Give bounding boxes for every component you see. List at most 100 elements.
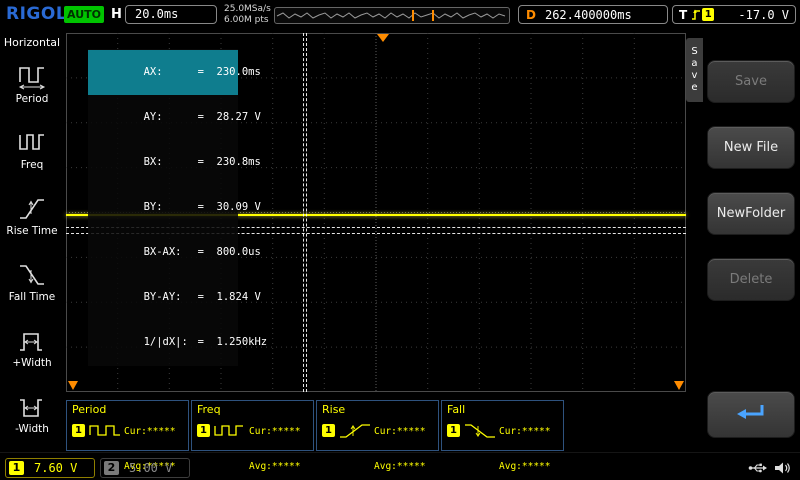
cursor-value: = 230.0ms bbox=[198, 66, 261, 78]
trigger-slope-icon bbox=[691, 8, 701, 21]
sample-rate-value: 25.0MSa/s bbox=[224, 4, 271, 15]
rise-edge-icon bbox=[339, 422, 371, 444]
cursor-name: BY-AY: bbox=[144, 290, 198, 305]
sidebar-horizontal-menu: Horizontal Period Freq bbox=[0, 30, 64, 480]
channel-badge: 1 bbox=[447, 424, 460, 437]
freq-icon bbox=[17, 128, 47, 158]
stat-cur: Cur:***** bbox=[499, 426, 550, 438]
sidebar-item-label: +Width bbox=[0, 357, 64, 369]
memory-waveform-preview[interactable] bbox=[274, 7, 510, 24]
period-icon bbox=[17, 62, 47, 92]
channel-2-badge: 2 bbox=[104, 461, 119, 475]
sidebar-item-rise-time[interactable]: Rise Time bbox=[0, 194, 64, 256]
sidebar-item-label: Rise Time bbox=[0, 225, 64, 237]
sidebar-item-period[interactable]: Period bbox=[0, 62, 64, 124]
measurement-box-fall: Fall 1 Cur:***** Avg:***** Max:***** Min… bbox=[441, 400, 564, 451]
cursor-value: = 1.824 V bbox=[198, 291, 261, 303]
offscreen-marker-left bbox=[68, 381, 78, 390]
delete-button[interactable]: Delete bbox=[707, 258, 795, 301]
trigger-readout-box: T 1 -17.0 V bbox=[672, 5, 796, 24]
new-file-button[interactable]: New File bbox=[707, 126, 795, 169]
measurement-bar: Period 1 Cur:***** Avg:***** Max:***** M… bbox=[66, 400, 686, 452]
sidebar-item-label: -Width bbox=[0, 423, 64, 435]
memory-depth-value: 6.00M pts bbox=[224, 15, 271, 26]
speaker-icon bbox=[774, 460, 792, 479]
channel-1-badge: 1 bbox=[9, 461, 24, 475]
timebase-readout: 20.0ms bbox=[125, 5, 217, 24]
measurement-box-freq: Freq 1 Cur:***** Avg:***** Max:***** Min… bbox=[191, 400, 314, 451]
measurement-box-rise: Rise 1 Cur:***** Avg:***** Max:***** Min… bbox=[316, 400, 439, 451]
cursor-ax-line[interactable] bbox=[303, 33, 304, 392]
minus-width-icon bbox=[17, 392, 47, 422]
measurement-name: Period bbox=[72, 403, 106, 416]
channel-2-status[interactable]: 2 5.00 V bbox=[100, 458, 190, 478]
stat-cur: Cur:***** bbox=[249, 426, 300, 438]
status-bar: 1 7.60 V 2 5.00 V bbox=[0, 452, 800, 480]
delay-label: D bbox=[526, 8, 536, 22]
channel-badge: 1 bbox=[72, 424, 85, 437]
preview-waveform-icon bbox=[275, 8, 507, 23]
cursor-row-bx: BX:= 230.8ms bbox=[88, 140, 238, 185]
usb-icon bbox=[748, 460, 768, 479]
measurement-name: Freq bbox=[197, 403, 221, 416]
stat-cur: Cur:***** bbox=[124, 426, 175, 438]
sidebar-item-fall-time[interactable]: Fall Time bbox=[0, 260, 64, 322]
new-folder-button[interactable]: NewFolder bbox=[707, 192, 795, 235]
cursor-row-bx-ax: BX-AX:= 800.0us bbox=[88, 230, 238, 275]
cursor-readout-panel: AX:= 230.0ms AY:= 28.27 V BX:= 230.8ms B… bbox=[88, 49, 238, 366]
cursor-row-by-ay: BY-AY:= 1.824 V bbox=[88, 275, 238, 320]
cursor-value: = 28.27 V bbox=[198, 111, 261, 123]
trigger-source-badge: 1 bbox=[702, 8, 714, 21]
sidebar-item-label: Fall Time bbox=[0, 291, 64, 303]
horizontal-label: H bbox=[111, 7, 122, 22]
graticule: AX:= 230.0ms AY:= 28.27 V BX:= 230.8ms B… bbox=[66, 33, 686, 392]
cursor-row-ay: AY:= 28.27 V bbox=[88, 95, 238, 140]
channel-2-scale: 5.00 V bbox=[129, 461, 172, 475]
return-button[interactable] bbox=[707, 391, 795, 438]
channel-1-status[interactable]: 1 7.60 V bbox=[5, 458, 95, 478]
cursor-bx-line[interactable] bbox=[306, 33, 307, 392]
cursor-name: BY: bbox=[144, 200, 198, 215]
sidebar-item-label: Freq bbox=[0, 159, 64, 171]
delay-readout-box: D 262.400000ms bbox=[518, 5, 668, 24]
measurement-box-period: Period 1 Cur:***** Avg:***** Max:***** M… bbox=[66, 400, 189, 451]
sample-rate-block: 25.0MSa/s 6.00M pts bbox=[224, 4, 271, 26]
cursor-value: = 30.09 V bbox=[198, 201, 261, 213]
acquisition-status-badge: AUTO bbox=[64, 6, 104, 23]
channel-badge: 1 bbox=[322, 424, 335, 437]
trigger-label: T bbox=[679, 8, 687, 22]
offscreen-marker-right bbox=[674, 381, 684, 390]
cursor-name: 1/|dX|: bbox=[144, 335, 198, 350]
sidebar-item-minus-width[interactable]: -Width bbox=[0, 392, 64, 454]
sidebar-item-plus-width[interactable]: +Width bbox=[0, 326, 64, 388]
menu-tab-save: Save bbox=[686, 38, 703, 102]
rise-time-icon bbox=[17, 194, 47, 224]
fall-time-icon bbox=[17, 260, 47, 290]
period-wave-icon bbox=[89, 422, 121, 444]
save-button[interactable]: Save bbox=[707, 60, 795, 103]
cursor-row-by: BY:= 30.09 V bbox=[88, 185, 238, 230]
cursor-name: AX: bbox=[144, 65, 198, 80]
sidebar-item-label: Period bbox=[0, 93, 64, 105]
cursor-row-inv-dx: 1/|dX|:= 1.250kHz bbox=[88, 320, 238, 365]
cursor-value: = 800.0us bbox=[198, 246, 261, 258]
sidebar-item-freq[interactable]: Freq bbox=[0, 128, 64, 190]
top-bar: RIGOL AUTO H 20.0ms 25.0MSa/s 6.00M pts … bbox=[0, 0, 800, 30]
rigol-logo: RIGOL bbox=[6, 4, 67, 24]
return-arrow-icon bbox=[733, 401, 769, 429]
freq-wave-icon bbox=[214, 422, 246, 444]
cursor-name: BX-AX: bbox=[144, 245, 198, 260]
plus-width-icon bbox=[17, 326, 47, 356]
delay-value: 262.400000ms bbox=[545, 8, 632, 22]
cursor-name: BX: bbox=[144, 155, 198, 170]
cursor-row-ax: AX:= 230.0ms bbox=[88, 50, 238, 95]
measurement-name: Rise bbox=[322, 403, 345, 416]
channel-badge: 1 bbox=[197, 424, 210, 437]
trigger-position-marker[interactable] bbox=[377, 34, 389, 42]
oscilloscope-screen: RIGOL AUTO H 20.0ms 25.0MSa/s 6.00M pts … bbox=[0, 0, 800, 480]
trigger-level-value: -17.0 V bbox=[738, 8, 789, 22]
stat-cur: Cur:***** bbox=[374, 426, 425, 438]
channel-1-scale: 7.60 V bbox=[34, 461, 77, 475]
cursor-value: = 230.8ms bbox=[198, 156, 261, 168]
cursor-name: AY: bbox=[144, 110, 198, 125]
